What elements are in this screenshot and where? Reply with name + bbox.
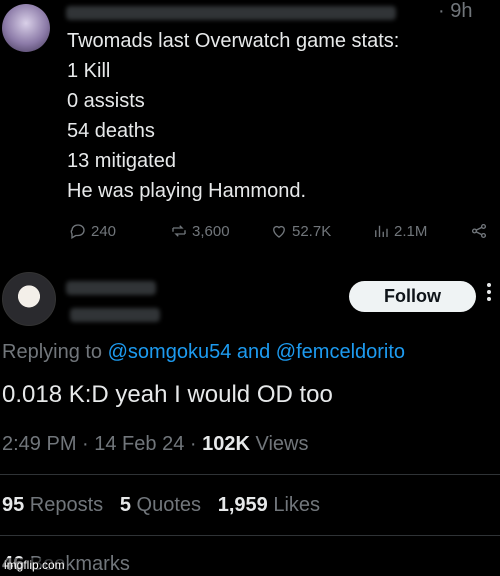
redacted-reply-author-name xyxy=(66,281,156,295)
quotes-stat[interactable]: 5 Quotes xyxy=(120,494,201,516)
reply-count: 240 xyxy=(91,222,117,240)
quotes-label: Quotes xyxy=(130,494,202,516)
views-count: 2.1M xyxy=(394,222,428,240)
redacted-reply-author-handle xyxy=(70,308,160,322)
reply-views-label: Views xyxy=(249,433,309,455)
reposts-label: Reposts xyxy=(24,494,104,516)
tweet-text-line-2: 1 Kill xyxy=(67,60,111,82)
replying-to: Replying to @somgoku54 and @femceldorito xyxy=(2,341,405,364)
replying-to-prefix: Replying to xyxy=(2,341,108,363)
divider xyxy=(0,474,500,475)
share-button[interactable] xyxy=(470,222,488,240)
redacted-author-name xyxy=(66,6,396,20)
imgflip-watermark: imgflip.com xyxy=(2,558,67,572)
tweet-text-line-4: 54 deaths xyxy=(67,120,155,142)
likes-count: 1,959 xyxy=(217,494,268,516)
divider xyxy=(0,535,500,536)
reply-text: 0.018 K:D yeah I would OD too xyxy=(2,381,333,408)
repost-icon xyxy=(172,225,186,237)
analytics-icon xyxy=(375,225,388,237)
tweet-text-line-3: 0 assists xyxy=(67,90,145,112)
likes-stat[interactable]: 1,959 Likes xyxy=(218,494,320,516)
follow-button[interactable]: Follow xyxy=(349,281,476,312)
tweet-text-line-5: 13 mitigated xyxy=(67,150,176,172)
quotes-count: 5 xyxy=(119,494,131,516)
tweet-text-line-1: Twomads last Overwatch game stats: xyxy=(67,30,400,52)
original-tweet-time: · 9h xyxy=(438,0,473,22)
replying-to-users[interactable]: @somgoku54 and @femceldorito xyxy=(108,341,405,363)
repost-button[interactable]: 3,600 xyxy=(170,222,230,240)
like-count: 52.7K xyxy=(292,222,332,240)
reposts-count: 95 xyxy=(2,494,25,516)
reply-icon xyxy=(70,224,85,239)
reply-author-avatar[interactable] xyxy=(2,272,56,326)
heart-icon xyxy=(273,225,285,238)
like-button[interactable]: 52.7K xyxy=(270,222,331,240)
reply-button[interactable]: 240 xyxy=(69,222,116,240)
likes-label: Likes xyxy=(267,494,321,516)
more-options-icon-reply[interactable] xyxy=(487,290,491,294)
tweet-text-line-6: He was playing Hammond. xyxy=(67,180,306,202)
views-button[interactable]: 2.1M xyxy=(372,222,427,240)
reply-views-count: 102K xyxy=(202,433,250,455)
repost-count: 3,600 xyxy=(192,222,230,240)
reply-timestamp[interactable]: 2:49 PM · 14 Feb 24 · xyxy=(2,433,202,455)
share-icon xyxy=(471,223,487,239)
engagement-row: 95 Reposts 5 Quotes 1,959 Likes xyxy=(2,494,320,517)
reply-timestamp-row: 2:49 PM · 14 Feb 24 · 102K Views xyxy=(2,433,308,456)
original-author-avatar[interactable] xyxy=(2,4,50,52)
reposts-stat[interactable]: 95 Reposts xyxy=(2,494,103,516)
